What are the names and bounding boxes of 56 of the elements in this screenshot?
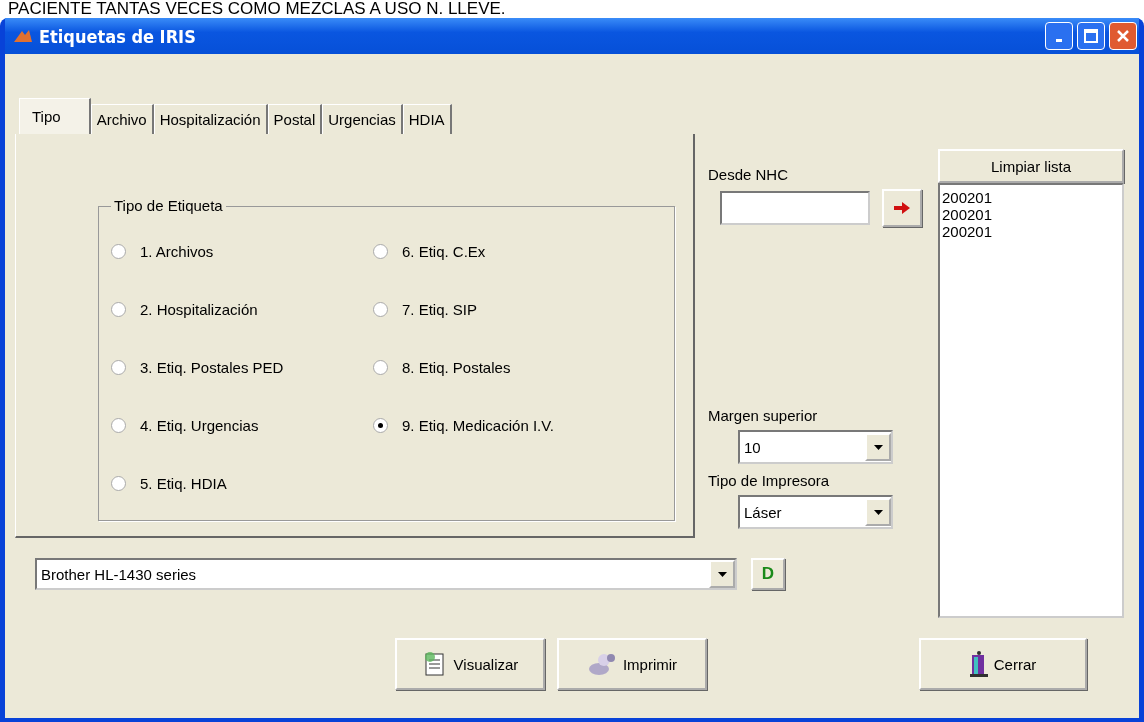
radio-label: 6. Etiq. C.Ex xyxy=(402,242,486,260)
radio-button[interactable] xyxy=(111,359,126,375)
close-button[interactable] xyxy=(1109,22,1137,50)
radio-label: 4. Etiq. Urgencias xyxy=(140,416,259,434)
list-box[interactable]: 200201 200201 200201 xyxy=(938,183,1124,618)
clear-list-button[interactable]: Limpiar lista xyxy=(938,149,1124,183)
maximize-icon xyxy=(1084,29,1098,43)
caret-icon xyxy=(873,509,883,515)
nhc-label: Desde NHC xyxy=(708,166,790,183)
radio-button[interactable] xyxy=(373,243,388,259)
tab[interactable]: Tipo xyxy=(19,98,91,134)
minimize-button[interactable] xyxy=(1045,22,1073,50)
radio-button[interactable] xyxy=(373,301,388,317)
close-icon xyxy=(1116,29,1130,43)
radio-label: 8. Etiq. Postales xyxy=(402,358,511,376)
caret-icon xyxy=(717,571,727,577)
print-button[interactable]: Imprimir xyxy=(557,638,707,690)
tab[interactable]: Hospitalización xyxy=(153,104,268,134)
door-icon xyxy=(969,651,988,677)
margin-label: Margen superior xyxy=(708,407,819,424)
list-item[interactable]: 200201 xyxy=(942,206,1120,223)
banner-text: PACIENTE TANTAS VECES COMO MEZCLAS A USO N. LLEVE. xyxy=(7,0,507,18)
maximize-button[interactable] xyxy=(1077,22,1105,50)
radio-label: 5. Etiq. HDIA xyxy=(140,474,227,492)
close-dialog-button[interactable]: Cerrar xyxy=(919,638,1087,690)
radio-button[interactable] xyxy=(111,417,126,433)
printer-dropdown[interactable]: Brother HL-1430 series xyxy=(35,558,737,590)
printer-type-dropdown[interactable]: Láser xyxy=(738,495,893,529)
radio-button[interactable] xyxy=(373,417,388,433)
group-title: Tipo de Etiqueta xyxy=(111,197,226,214)
radio-label: 2. Hospitalización xyxy=(140,300,258,318)
radio-button[interactable] xyxy=(373,359,388,375)
add-button[interactable] xyxy=(882,189,922,227)
nhc-input[interactable] xyxy=(720,191,870,225)
radio-button[interactable] xyxy=(111,301,126,317)
list-item[interactable]: 200201 xyxy=(942,223,1120,240)
preview-button[interactable]: Visualizar xyxy=(395,638,545,690)
radio-label: 1. Archivos xyxy=(140,242,214,260)
tab[interactable]: HDIA xyxy=(402,104,452,134)
radio-label: 3. Etiq. Postales PED xyxy=(140,358,284,376)
app-icon xyxy=(13,29,33,43)
caret-icon xyxy=(873,444,883,450)
list-item[interactable]: 200201 xyxy=(942,189,1120,206)
radio-button[interactable] xyxy=(111,475,126,491)
arrow-right-icon xyxy=(893,202,911,214)
printer-type-label: Tipo de Impresora xyxy=(708,472,831,489)
tab[interactable]: Archivo xyxy=(90,104,154,134)
tab[interactable]: Postal xyxy=(267,104,323,134)
radio-label: 9. Etiq. Medicación I.V. xyxy=(402,416,555,434)
radio-label: 7. Etiq. SIP xyxy=(402,300,478,318)
d-button[interactable]: D xyxy=(751,558,785,590)
tab[interactable]: Urgencias xyxy=(322,104,403,134)
minimize-icon xyxy=(1056,39,1062,42)
radio-button[interactable] xyxy=(111,243,126,259)
margin-dropdown[interactable]: 10 xyxy=(738,430,893,464)
window-title: Etiquetas de IRIS xyxy=(39,25,196,47)
